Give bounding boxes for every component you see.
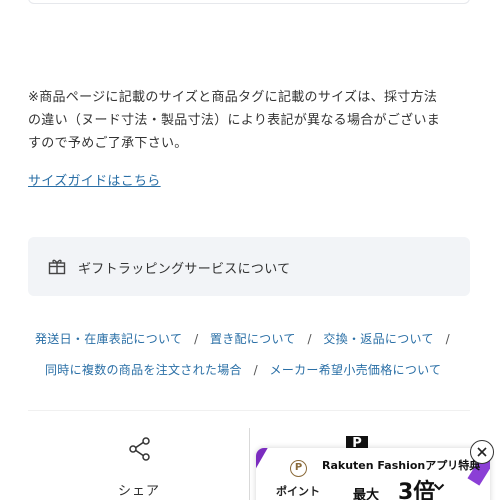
link-separator: / [445,332,450,346]
size-notice: ※商品ページに記載のサイズと商品タグに記載のサイズは、採寸方法 の違い（ヌード寸… [28,86,476,155]
multiple-orders-link[interactable]: 同時に複数の商品を注文された場合 [45,363,242,377]
share-button[interactable]: シェア [110,434,170,500]
link-separator: / [253,363,258,377]
banner-close-button[interactable] [470,440,494,464]
point-label: ポイント [276,485,320,498]
multiplier-value: 3倍 [398,480,436,500]
size-notice-line: の違い（ヌード寸法・製品寸法）により表記が異なる場合がございま [28,113,441,128]
shipping-date-link[interactable]: 発送日・在庫表記について [35,332,182,346]
gift-icon [48,259,66,275]
size-notice-line: すので予めご了承下さい。 [28,136,188,151]
app-benefit-banner[interactable]: P Rakuten Fashionアプリ特典 ポイント 最大 3倍 [256,448,490,500]
close-icon [477,447,487,457]
banner-title: Rakuten Fashionアプリ特典 [322,459,481,472]
exchange-return-link[interactable]: 交換・返品について [323,332,433,346]
action-divider [249,428,250,500]
max-label: 最大 [353,488,380,500]
size-guide-link[interactable]: サイズガイドはこちら [28,170,161,189]
chevron-down-icon[interactable] [432,480,446,494]
link-separator: / [307,332,312,346]
drop-off-link[interactable]: 置き配について [210,332,296,346]
share-icon [129,437,150,461]
share-label: シェア [118,484,161,499]
msrp-link[interactable]: メーカー希望小売価格について [270,363,442,377]
info-links-row: 同時に複数の商品を注文された場合 / メーカー希望小売価格について [45,361,441,378]
link-separator: / [194,332,199,346]
info-links-row: 発送日・在庫表記について / 置き配について / 交換・返品について / [35,330,458,347]
point-coin-icon: P [290,460,307,477]
size-notice-line: ※商品ページに記載のサイズと商品タグに記載のサイズは、採寸方法 [28,90,438,105]
gift-wrapping-label: ギフトラッピングサービスについて [78,262,291,277]
previous-section-card [28,0,470,4]
gift-wrapping-panel[interactable]: ギフトラッピングサービスについて [28,237,470,296]
banner-stripe [256,448,269,476]
